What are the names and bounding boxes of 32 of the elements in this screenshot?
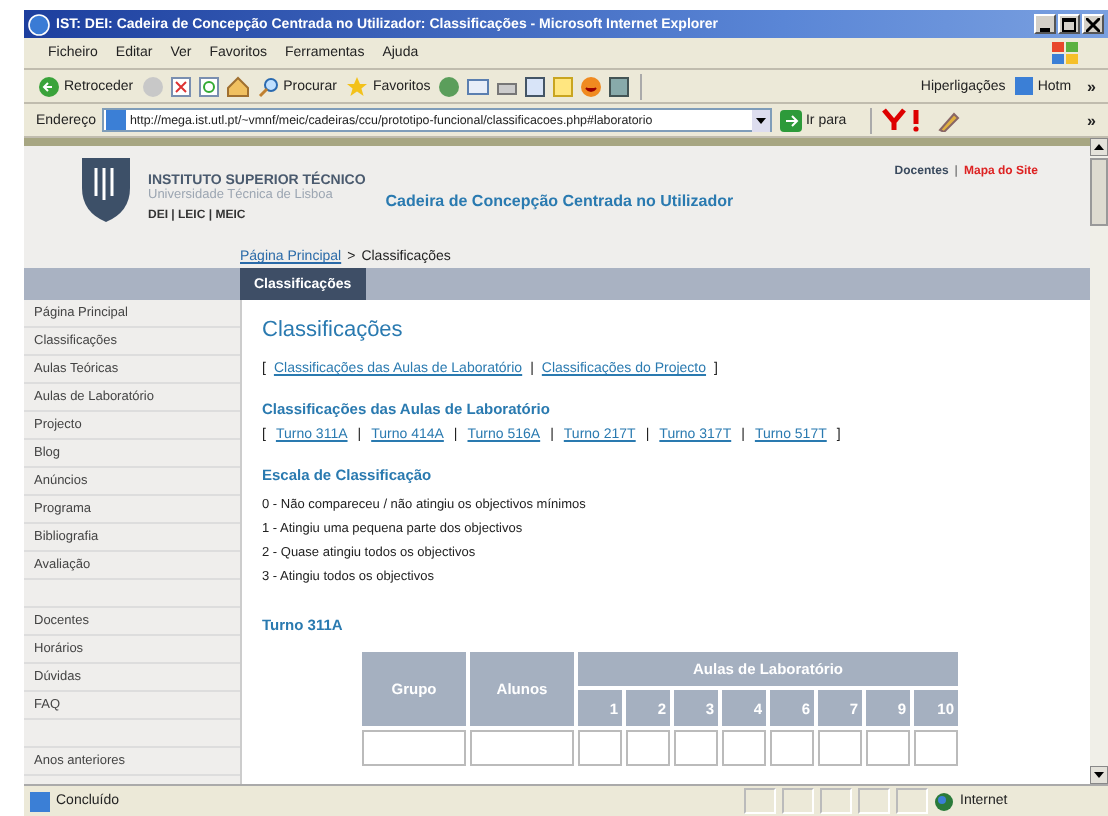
close-button[interactable] — [1082, 14, 1104, 34]
vertical-scrollbar[interactable] — [1090, 138, 1108, 784]
page-icon — [30, 791, 50, 811]
scroll-thumb[interactable] — [1090, 158, 1108, 226]
status-pane — [744, 788, 776, 814]
close-icon — [1086, 17, 1100, 31]
windows-logo-icon — [1052, 41, 1080, 65]
minimize-button[interactable] — [1034, 14, 1056, 34]
stop-icon[interactable] — [169, 75, 192, 97]
shield-logo-icon — [80, 156, 132, 224]
globe-icon — [28, 13, 50, 35]
star-icon — [346, 75, 369, 97]
toolbar-overflow-chevron[interactable]: » — [1087, 77, 1096, 95]
pencil-icon[interactable] — [936, 109, 961, 131]
scroll-up-icon[interactable] — [1090, 138, 1108, 156]
page-heading: Classificações — [262, 318, 405, 342]
page-icon — [1013, 76, 1034, 96]
maximize-icon — [1062, 17, 1076, 31]
status-pane — [782, 788, 814, 814]
course-title: Cadeira de Concepção Centrada no Utilizador — [385, 192, 734, 210]
smiley-icon[interactable] — [580, 75, 603, 97]
maximize-button[interactable] — [1058, 14, 1080, 34]
home-icon[interactable] — [225, 75, 250, 97]
address-overflow-chevron[interactable]: » — [1087, 111, 1096, 129]
scroll-down-icon[interactable] — [1090, 766, 1108, 784]
status-pane — [820, 788, 852, 814]
status-pane — [896, 788, 928, 814]
status-pane — [858, 788, 890, 814]
globe-icon — [934, 791, 954, 811]
search-icon — [257, 75, 280, 97]
page-icon — [105, 110, 126, 130]
go-arrow-icon — [779, 109, 802, 131]
